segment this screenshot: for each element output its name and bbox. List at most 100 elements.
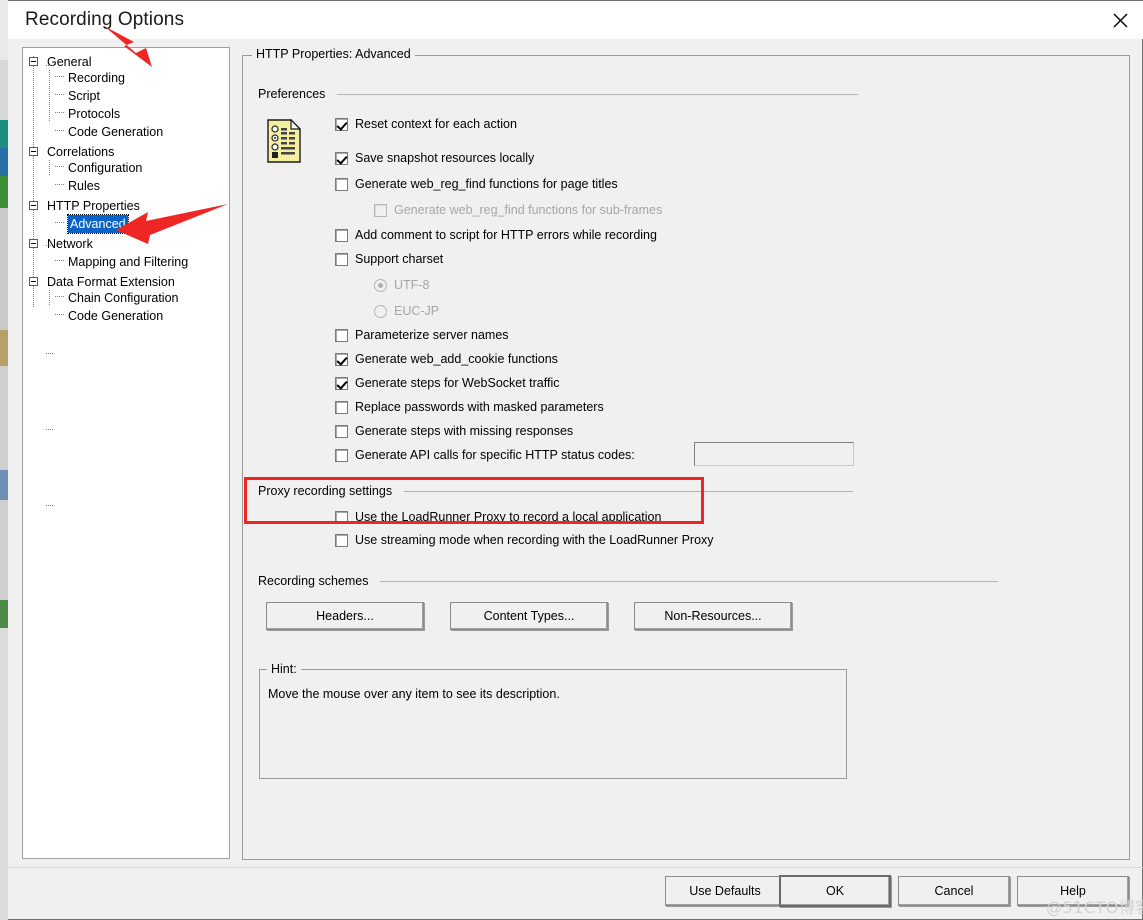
watermark: @51CTO博客: [1046, 898, 1143, 917]
checkbox-box[interactable]: [335, 376, 348, 390]
checkbox-generate-web-reg-find-page-titles[interactable]: Generate web_reg_find functions for page…: [335, 177, 618, 191]
checkbox-box[interactable]: [335, 117, 348, 131]
checkbox-support-charset[interactable]: Support charset: [335, 252, 443, 266]
checkbox-label: Generate web_add_cookie functions: [355, 352, 558, 366]
checkbox-label: Generate steps with missing responses: [355, 424, 574, 438]
checkbox-label: Support charset: [355, 252, 444, 266]
tree-item-chain-configuration[interactable]: Chain Configuration: [55, 288, 179, 307]
ok-button[interactable]: OK: [779, 875, 891, 907]
tree-item-mapping-and-filtering[interactable]: Mapping and Filtering: [55, 252, 188, 271]
checkbox-generate-web-add-cookie[interactable]: Generate web_add_cookie functions: [335, 352, 558, 366]
checkbox-label: Add comment to script for HTTP errors wh…: [355, 228, 657, 242]
checkbox-box[interactable]: [335, 228, 348, 242]
checkbox-label: Use the LoadRunner Proxy to record a loc…: [355, 510, 662, 524]
checkbox-label: Parameterize server names: [355, 328, 509, 342]
hint-title: Hint:: [267, 662, 301, 676]
cancel-button[interactable]: Cancel: [898, 876, 1010, 906]
button-label: Non-Resources...: [664, 609, 762, 623]
section-rule: [337, 93, 858, 95]
expander-icon[interactable]: [29, 239, 38, 249]
recording-options-dialog: Recording Options General Recording Scri…: [8, 0, 1143, 920]
checkbox-label: Save snapshot resources locally: [355, 151, 535, 165]
checkbox-use-loadrunner-proxy-local-app[interactable]: Use the LoadRunner Proxy to record a loc…: [335, 510, 661, 524]
tree-item-script[interactable]: Script: [55, 86, 100, 105]
checkbox-generate-web-reg-find-sub-frames: Generate web_reg_find functions for sub-…: [374, 203, 662, 217]
checkbox-box[interactable]: [335, 328, 348, 342]
page-title: Recording Options: [25, 9, 185, 30]
tree-item-http-properties[interactable]: HTTP Properties: [29, 196, 140, 354]
checkbox-box[interactable]: [335, 448, 348, 462]
section-rule: [404, 490, 853, 492]
checkbox-label: Replace passwords with masked parameters: [355, 400, 604, 414]
expander-icon[interactable]: [29, 201, 38, 211]
checkbox-label: Use streaming mode when recording with t…: [355, 533, 714, 547]
tree-branch-line: [49, 160, 50, 176]
proxy-section-label: Proxy recording settings: [258, 484, 393, 498]
checkbox-reset-context[interactable]: Reset context for each action: [335, 117, 517, 131]
use-defaults-button[interactable]: Use Defaults: [665, 876, 785, 906]
radio-euc-jp: EUC-JP: [374, 304, 439, 318]
checkbox-add-comment-http-errors[interactable]: Add comment to script for HTTP errors wh…: [335, 228, 657, 242]
button-label: OK: [825, 884, 845, 898]
checkbox-box[interactable]: [335, 252, 348, 266]
checkbox-label: Reset context for each action: [355, 117, 517, 131]
checkbox-replace-passwords-masked[interactable]: Replace passwords with masked parameters: [335, 400, 604, 414]
expander-icon[interactable]: [29, 147, 38, 157]
radio-label: UTF-8: [394, 278, 430, 292]
tree-item-advanced[interactable]: Advanced: [55, 213, 129, 234]
checkbox-box[interactable]: [335, 510, 348, 524]
checkbox-box[interactable]: [335, 352, 348, 366]
expander-icon[interactable]: [29, 57, 38, 67]
checkbox-box[interactable]: [335, 424, 348, 438]
recording-schemes-section-label: Recording schemes: [258, 574, 369, 588]
close-icon[interactable]: [1097, 1, 1143, 39]
tree-trunk-line: [33, 56, 34, 308]
checkbox-box[interactable]: [335, 151, 348, 165]
checkbox-label: Generate API calls for specific HTTP sta…: [355, 448, 635, 462]
checkbox-box: [374, 203, 387, 217]
checkbox-box[interactable]: [335, 400, 348, 414]
checkbox-box[interactable]: [335, 533, 348, 547]
tree-item-code-generation[interactable]: Code Generation: [55, 122, 163, 141]
navigation-tree[interactable]: General Recording Script Protocols Code …: [22, 47, 230, 859]
recording-schemes-section-header: Recording schemes: [258, 574, 998, 588]
checkbox-parameterize-server-names[interactable]: Parameterize server names: [335, 328, 509, 342]
button-label: Headers...: [316, 609, 374, 623]
tree-branch-line: [49, 290, 50, 306]
tree-item-code-generation-dfe[interactable]: Code Generation: [55, 306, 163, 325]
checkbox-label: Generate web_reg_find functions for sub-…: [394, 203, 663, 217]
title-bar: Recording Options: [8, 1, 1143, 39]
hint-text: Move the mouse over any item to see its …: [268, 687, 560, 701]
checkbox-use-streaming-mode-proxy[interactable]: Use streaming mode when recording with t…: [335, 533, 714, 547]
button-label: Content Types...: [483, 609, 575, 623]
checkbox-label: Generate steps for WebSocket traffic: [355, 376, 560, 390]
headers-button[interactable]: Headers...: [266, 602, 424, 630]
hint-groupbox: [259, 669, 847, 779]
tree-item-protocols[interactable]: Protocols: [55, 104, 120, 123]
tree-item-recording[interactable]: Recording: [55, 68, 125, 87]
preferences-section-label: Preferences: [258, 87, 326, 101]
properties-document-icon: [267, 118, 302, 163]
tree-branch-line: [49, 70, 50, 122]
status-codes-input[interactable]: [694, 442, 854, 466]
footer-separator: [8, 867, 1143, 868]
button-label: Cancel: [934, 884, 974, 898]
non-resources-button[interactable]: Non-Resources...: [634, 602, 792, 630]
checkbox-generate-steps-missing-responses[interactable]: Generate steps with missing responses: [335, 424, 573, 438]
groupbox-title: HTTP Properties: Advanced: [252, 47, 415, 61]
checkbox-label: Generate web_reg_find functions for page…: [355, 177, 618, 191]
checkbox-generate-api-calls-status-codes[interactable]: Generate API calls for specific HTTP sta…: [335, 448, 635, 462]
radio-utf8: UTF-8: [374, 278, 429, 292]
preferences-section-header: Preferences: [258, 87, 858, 101]
tree-item-configuration[interactable]: Configuration: [55, 158, 142, 177]
content-types-button[interactable]: Content Types...: [450, 602, 608, 630]
button-label: Use Defaults: [689, 884, 761, 898]
checkbox-save-snapshot-resources[interactable]: Save snapshot resources locally: [335, 151, 534, 165]
tree-item-rules[interactable]: Rules: [55, 176, 100, 195]
expander-icon[interactable]: [29, 277, 38, 287]
section-rule: [380, 580, 998, 582]
checkbox-generate-steps-websocket[interactable]: Generate steps for WebSocket traffic: [335, 376, 560, 390]
checkbox-box[interactable]: [335, 177, 348, 191]
tree-item-network[interactable]: Network: [29, 234, 93, 430]
proxy-section-header: Proxy recording settings: [258, 484, 853, 498]
